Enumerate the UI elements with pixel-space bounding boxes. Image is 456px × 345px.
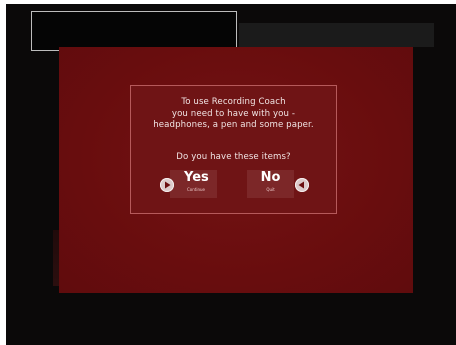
vertical-watermark xyxy=(53,230,59,286)
requirements-dialog: To use Recording Coach you need to have … xyxy=(130,85,337,214)
arrow-left-icon[interactable] xyxy=(295,178,309,192)
yes-button[interactable]: Yes Continue xyxy=(160,170,217,198)
yes-button-label: Yes xyxy=(184,170,209,185)
no-button[interactable]: No Quit xyxy=(247,170,309,198)
yes-button-sublabel: Continue xyxy=(187,187,205,192)
no-button-label: No xyxy=(260,170,281,185)
dialog-line-3: headphones, a pen and some paper. xyxy=(153,120,314,130)
title-strip xyxy=(239,23,434,47)
title-box xyxy=(31,11,237,51)
no-button-sublabel: Quit xyxy=(266,187,275,192)
dialog-line-1: To use Recording Coach xyxy=(181,97,286,107)
dialog-question: Do you have these items? xyxy=(176,152,291,162)
arrow-right-icon[interactable] xyxy=(160,178,174,192)
